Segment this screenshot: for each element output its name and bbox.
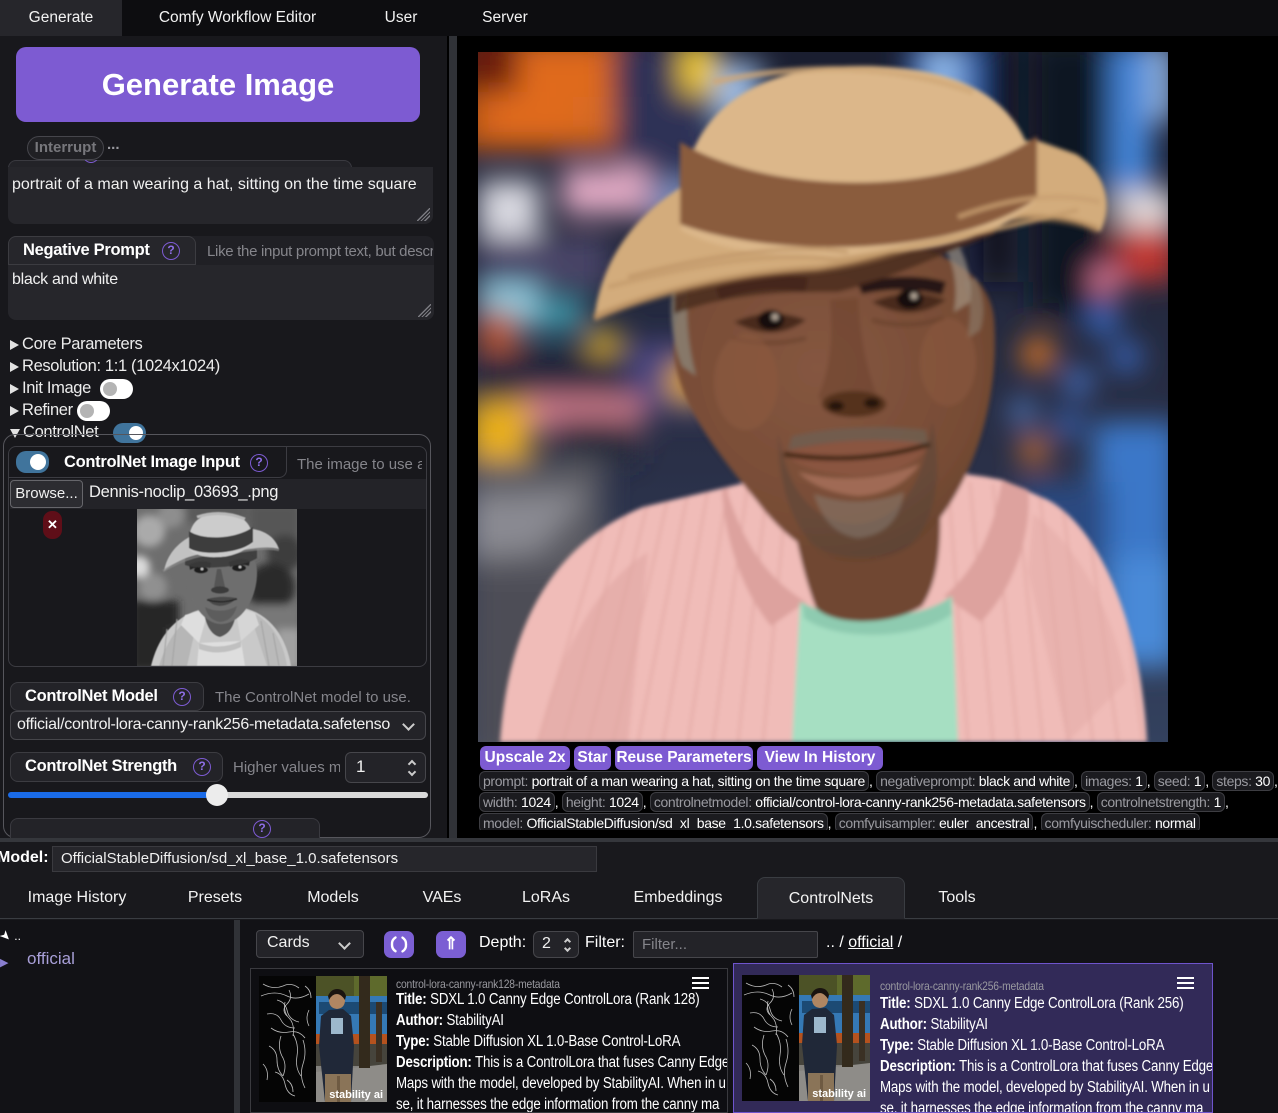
svg-text:stability ai: stability ai <box>812 1088 866 1100</box>
svg-text:stability ai: stability ai <box>329 1089 383 1101</box>
